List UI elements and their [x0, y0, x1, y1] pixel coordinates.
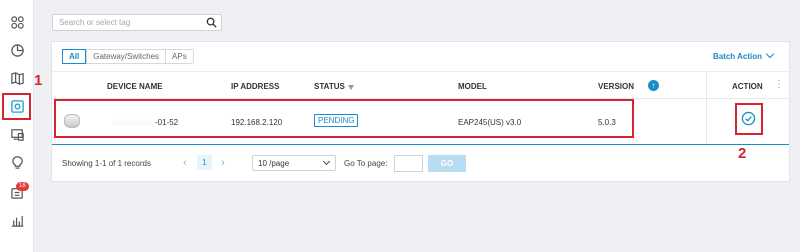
header-status-label: STATUS [314, 82, 345, 91]
chevron-left-icon[interactable]: ‹ [183, 158, 187, 169]
filter-icon[interactable] [347, 85, 354, 90]
page-size-value: 10 /page [258, 159, 290, 168]
page-size-select[interactable]: 10 /page [252, 155, 336, 171]
header-status[interactable]: STATUS [314, 82, 354, 91]
chevron-right-icon[interactable]: › [221, 158, 225, 169]
sidebar: 18 [0, 0, 34, 252]
pagination: Showing 1-1 of 1 records ‹ 1 › 10 /page … [62, 155, 782, 173]
annotation-number-2: 2 [738, 145, 747, 162]
statistics-icon[interactable] [9, 42, 25, 58]
header-ip-address[interactable]: IP ADDRESS [231, 82, 279, 91]
header-device-name[interactable]: DEVICE NAME [107, 82, 163, 91]
devices-panel: All Gateway/Switches APs Batch Action DE… [51, 41, 790, 182]
reports-icon[interactable] [9, 212, 25, 228]
goto-label: Go To page: [344, 159, 388, 168]
goto-page-input[interactable] [394, 155, 423, 172]
search-icon[interactable] [206, 17, 217, 28]
search-placeholder: Search or select tag [59, 18, 131, 27]
insight-icon[interactable] [9, 154, 25, 170]
annotation-number-1: 1 [34, 72, 43, 89]
device-type-tabs: All Gateway/Switches APs [62, 49, 194, 64]
map-icon[interactable] [9, 70, 25, 86]
tab-gateway-switches[interactable]: Gateway/Switches [86, 50, 166, 63]
table-header: DEVICE NAME IP ADDRESS STATUS MODEL VERS… [52, 71, 789, 99]
header-version[interactable]: VERSION [598, 82, 634, 91]
chevron-down-icon [765, 49, 775, 59]
header-model[interactable]: MODEL [458, 82, 487, 91]
dashboard-icon[interactable] [9, 14, 25, 30]
tab-all[interactable]: All [62, 49, 87, 64]
go-button[interactable]: GO [428, 155, 466, 172]
records-summary: Showing 1-1 of 1 records [62, 159, 151, 168]
page-number-current[interactable]: 1 [197, 155, 212, 170]
clients-icon[interactable] [9, 126, 25, 142]
tag-search-input[interactable]: Search or select tag [52, 14, 222, 31]
tab-aps[interactable]: APs [165, 50, 193, 63]
notification-badge: 18 [16, 182, 29, 191]
batch-action-label: Batch Action [712, 52, 762, 61]
version-upgrade-icon[interactable]: ↑ [648, 80, 659, 91]
batch-action-button[interactable]: Batch Action [712, 49, 775, 61]
highlight-box-row [54, 99, 634, 138]
adopt-button-icon[interactable] [741, 111, 756, 126]
chevron-down-icon [322, 157, 331, 166]
highlight-box-sidebar [2, 93, 31, 120]
